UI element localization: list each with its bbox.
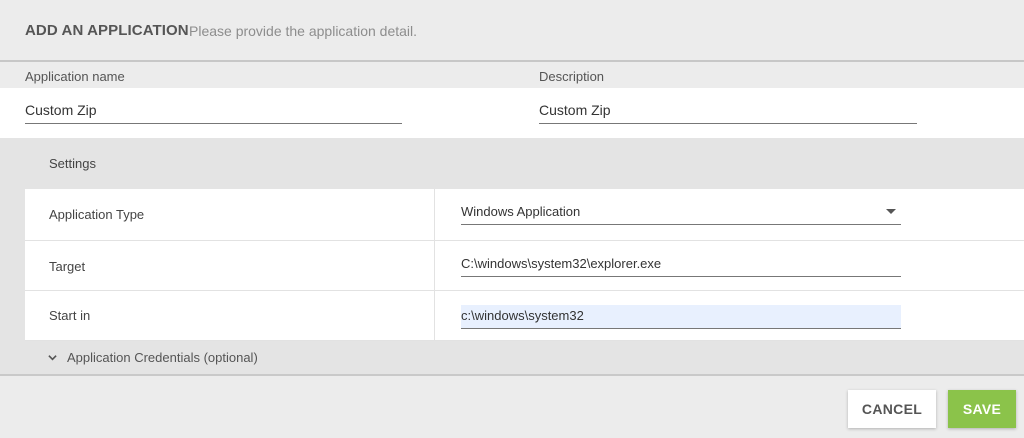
settings-row-start-in: Start in c:\windows\system32 (25, 291, 1024, 341)
credentials-toggle[interactable]: Application Credentials (optional) (48, 350, 258, 365)
settings-panel: Settings Application Type Windows Applic… (0, 138, 1024, 374)
application-type-label: Application Type (49, 207, 145, 222)
field-inputs-row: Custom Zip Custom Zip (0, 88, 1024, 138)
app-name-label: Application name (25, 69, 125, 84)
start-in-input[interactable]: c:\windows\system32 (461, 305, 901, 329)
dialog-header: ADD AN APPLICATION Please provide the ap… (0, 0, 1024, 62)
dialog-subtitle: Please provide the application detail. (189, 23, 418, 39)
application-type-value: Windows Application (461, 204, 581, 219)
credentials-label: Application Credentials (optional) (67, 350, 258, 365)
settings-row-label-cell: Start in (25, 291, 435, 340)
chevron-down-icon (48, 355, 57, 361)
app-name-input[interactable]: Custom Zip (25, 100, 402, 124)
field-labels-row: Application name Description (0, 64, 1024, 88)
dialog-title: ADD AN APPLICATION (25, 22, 189, 39)
settings-row-label-cell: Target (25, 241, 435, 290)
description-input[interactable]: Custom Zip (539, 100, 917, 124)
settings-row-label-cell: Application Type (25, 189, 435, 240)
target-label: Target (49, 259, 86, 274)
application-type-select[interactable]: Windows Application (461, 201, 901, 225)
save-button[interactable]: SAVE (948, 390, 1016, 428)
cancel-button[interactable]: CANCEL (848, 390, 936, 428)
settings-title: Settings (49, 156, 96, 171)
settings-row-application-type: Application Type Windows Application (25, 189, 1024, 241)
settings-row-target: Target C:\windows\system32\explorer.exe (25, 241, 1024, 291)
description-label: Description (539, 69, 605, 84)
dropdown-arrow-icon (886, 209, 896, 214)
target-input[interactable]: C:\windows\system32\explorer.exe (461, 253, 901, 277)
start-in-label: Start in (49, 308, 91, 323)
dialog-footer: CANCEL SAVE (0, 374, 1024, 438)
